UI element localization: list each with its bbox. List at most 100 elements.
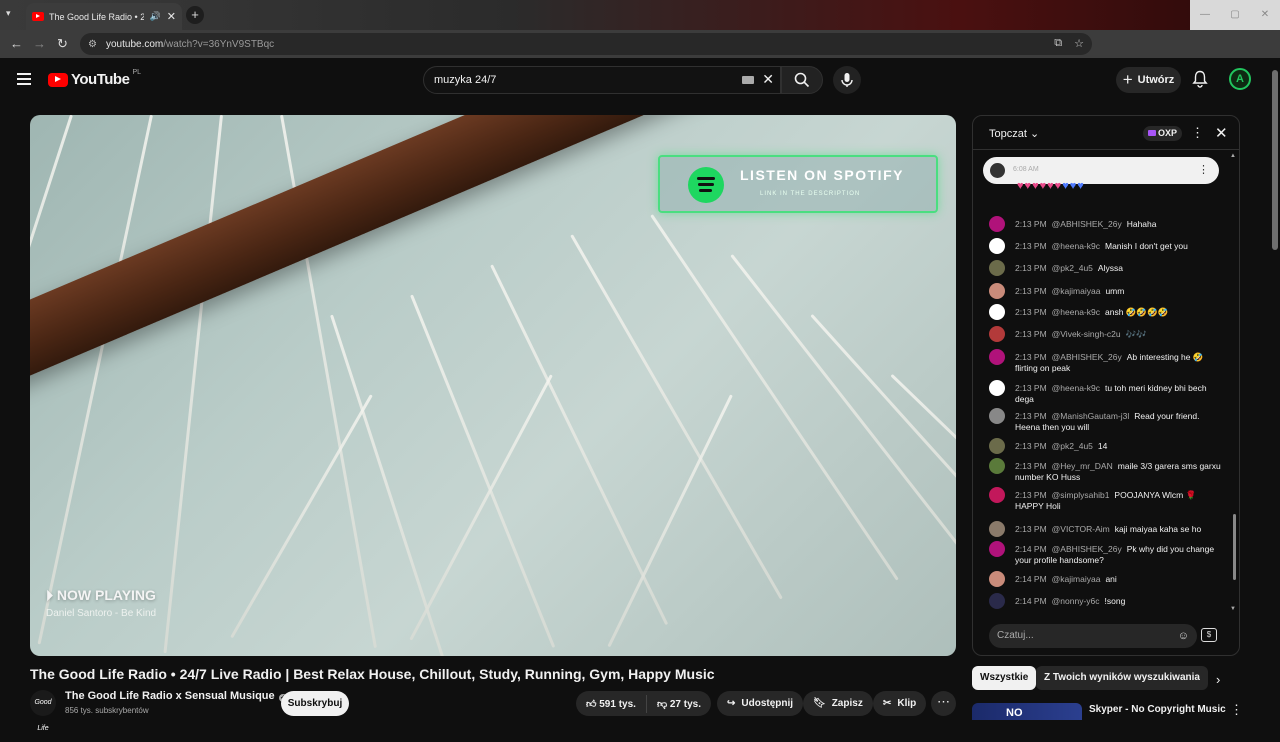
hammock-rope bbox=[570, 234, 783, 600]
voice-search-button[interactable] bbox=[833, 66, 861, 94]
chevron-right-icon[interactable]: › bbox=[1216, 672, 1220, 687]
recommendation-thumbnail[interactable]: NO COPYRIGHT bbox=[972, 703, 1082, 720]
chat-user-avatar[interactable] bbox=[989, 571, 1005, 587]
points-badge[interactable]: OXP bbox=[1143, 126, 1183, 141]
dislike-button[interactable]: 👎︎ 27 tys. bbox=[657, 698, 701, 710]
new-tab-button[interactable]: + bbox=[186, 6, 204, 24]
forward-icon[interactable]: → bbox=[33, 36, 46, 51]
youtube-logo[interactable]: YouTube PL bbox=[48, 69, 141, 88]
chat-mode-dropdown[interactable]: Topczat ⌄ bbox=[989, 127, 1039, 140]
logo-text: YouTube bbox=[71, 71, 130, 88]
live-chat-panel: Topczat ⌄ OXP ⋮ ✕ ▲ 6:08 AM ⋮ ♥♥♥♥♥♥♥♥♥ … bbox=[972, 115, 1240, 656]
channel-name[interactable]: The Good Life Radio x Sensual Musique✓ bbox=[65, 690, 287, 702]
speaker-icon[interactable]: 🔊 bbox=[150, 11, 161, 22]
message-text: ansh 🤣🤣🤣🤣 bbox=[1104, 307, 1169, 317]
chat-user-avatar[interactable] bbox=[989, 593, 1005, 609]
bookmark-star-icon[interactable]: ☆ bbox=[1074, 37, 1084, 50]
message-author[interactable]: @Vivek-singh-c2u bbox=[1052, 329, 1121, 339]
chat-user-avatar[interactable] bbox=[989, 304, 1005, 320]
chat-user-avatar[interactable] bbox=[989, 458, 1005, 474]
message-author[interactable]: @ManishGautam-j3l bbox=[1052, 411, 1130, 421]
scroll-up-icon[interactable]: ▲ bbox=[1230, 153, 1236, 159]
chat-user-avatar[interactable] bbox=[989, 238, 1005, 254]
hammock-rope bbox=[607, 394, 733, 648]
more-actions-button[interactable]: ⋯ bbox=[931, 691, 956, 716]
message-author[interactable]: @ABHISHEK_26y bbox=[1052, 544, 1122, 554]
message-time: 2:13 PM bbox=[1015, 524, 1047, 534]
recommendation-menu-icon[interactable]: ⋮ bbox=[1230, 702, 1243, 718]
keyboard-icon[interactable] bbox=[742, 76, 754, 84]
site-info-icon[interactable]: ⚙ bbox=[88, 39, 102, 50]
chat-menu-icon[interactable]: ⋮ bbox=[1191, 125, 1204, 141]
message-author[interactable]: @ABHISHEK_26y bbox=[1052, 219, 1122, 229]
message-author[interactable]: @kajimaiyaa bbox=[1052, 574, 1101, 584]
notifications-bell-icon[interactable] bbox=[1192, 70, 1208, 93]
close-tab-icon[interactable]: ✕ bbox=[167, 10, 176, 23]
chat-user-avatar[interactable] bbox=[989, 380, 1005, 396]
message-author[interactable]: @VICTOR-Aim bbox=[1052, 524, 1110, 534]
super-chat-icon[interactable]: $ bbox=[1201, 628, 1217, 642]
message-author[interactable]: @ABHISHEK_26y bbox=[1052, 352, 1122, 362]
video-title: The Good Life Radio • 24/7 Live Radio | … bbox=[30, 666, 715, 682]
recommendation-title[interactable]: Skyper - No Copyright Music bbox=[1089, 704, 1226, 715]
close-window-button[interactable]: ✕ bbox=[1250, 0, 1280, 30]
message-time: 2:14 PM bbox=[1015, 596, 1047, 606]
omnibox[interactable]: ⚙ youtube.com/watch?v=36YnV9STBqc ⧉ ☆ bbox=[80, 33, 1092, 55]
minimize-button[interactable]: — bbox=[1190, 0, 1220, 30]
pinned-menu-icon[interactable]: ⋮ bbox=[1198, 163, 1209, 176]
account-avatar[interactable]: A bbox=[1229, 68, 1251, 90]
chip-all[interactable]: Wszystkie bbox=[972, 666, 1037, 690]
clip-button[interactable]: ✂ Klip bbox=[873, 691, 927, 716]
message-author[interactable]: @heena-k9c bbox=[1052, 307, 1100, 317]
chat-user-avatar[interactable] bbox=[989, 260, 1005, 276]
browser-tab[interactable]: The Good Life Radio • 24/7 🔊 ✕ bbox=[26, 3, 182, 30]
tab-search-icon[interactable]: ▾ bbox=[6, 8, 11, 19]
chat-scrollbar[interactable] bbox=[1233, 514, 1236, 580]
message-author[interactable]: @simplysahib1 bbox=[1052, 490, 1110, 500]
chat-header: Topczat ⌄ OXP ⋮ ✕ bbox=[973, 116, 1239, 150]
menu-icon[interactable] bbox=[17, 73, 31, 88]
clear-search-icon[interactable]: ✕ bbox=[762, 71, 774, 88]
scroll-down-icon[interactable]: ▼ bbox=[1230, 606, 1236, 612]
cast-icon[interactable]: ⧉ bbox=[1054, 37, 1062, 50]
message-author[interactable]: @kajimaiyaa bbox=[1052, 286, 1101, 296]
country-code: PL bbox=[132, 69, 141, 76]
close-chat-icon[interactable]: ✕ bbox=[1215, 124, 1228, 142]
chat-user-avatar[interactable] bbox=[989, 438, 1005, 454]
back-icon[interactable]: ← bbox=[10, 36, 23, 51]
emoji-picker-icon[interactable]: ☺ bbox=[1178, 624, 1189, 648]
spotify-icon bbox=[688, 167, 724, 203]
chat-user-avatar[interactable] bbox=[989, 349, 1005, 365]
chat-user-avatar[interactable] bbox=[989, 408, 1005, 424]
message-time: 2:13 PM bbox=[1015, 307, 1047, 317]
message-author[interactable]: @heena-k9c bbox=[1052, 241, 1100, 251]
hammock-rope bbox=[810, 313, 956, 569]
search-button[interactable] bbox=[781, 66, 823, 94]
chat-user-avatar[interactable] bbox=[989, 521, 1005, 537]
chat-user-avatar[interactable] bbox=[989, 487, 1005, 503]
message-author[interactable]: @pk2_4u5 bbox=[1052, 441, 1093, 451]
page-scrollbar[interactable] bbox=[1272, 70, 1278, 250]
share-button[interactable]: ↪ Udostępnij bbox=[717, 691, 804, 716]
search-input[interactable]: muzyka 24/7 ✕ bbox=[423, 66, 781, 94]
chat-user-avatar[interactable] bbox=[989, 283, 1005, 299]
channel-avatar[interactable]: Good Life bbox=[30, 690, 56, 732]
subscribe-button[interactable]: Subskrybuj bbox=[281, 691, 349, 716]
chat-user-avatar[interactable] bbox=[989, 326, 1005, 342]
reload-icon[interactable]: ↻ bbox=[57, 36, 68, 52]
save-button[interactable]: 🔖︎ Zapisz bbox=[803, 691, 873, 716]
chip-from-search[interactable]: Z Twoich wyników wyszukiwania bbox=[1036, 666, 1208, 690]
message-author[interactable]: @Hey_mr_DAN bbox=[1052, 461, 1113, 471]
message-text: Alyssa bbox=[1097, 263, 1123, 273]
like-button[interactable]: 👍︎ 591 tys. bbox=[586, 698, 636, 710]
chat-input[interactable]: Czatuj... ☺ bbox=[989, 624, 1197, 648]
spotify-subtitle: LINK IN THE DESCRIPTION bbox=[760, 191, 861, 197]
chat-user-avatar[interactable] bbox=[989, 541, 1005, 557]
maximize-button[interactable]: ▢ bbox=[1220, 0, 1250, 30]
create-button[interactable]: + Utwórz bbox=[1116, 67, 1181, 93]
message-author[interactable]: @heena-k9c bbox=[1052, 383, 1100, 393]
video-player[interactable]: LISTEN ON SPOTIFY LINK IN THE DESCRIPTIO… bbox=[30, 115, 956, 656]
chat-user-avatar[interactable] bbox=[989, 216, 1005, 232]
message-author[interactable]: @nonny-y6c bbox=[1052, 596, 1100, 606]
message-author[interactable]: @pk2_4u5 bbox=[1052, 263, 1093, 273]
